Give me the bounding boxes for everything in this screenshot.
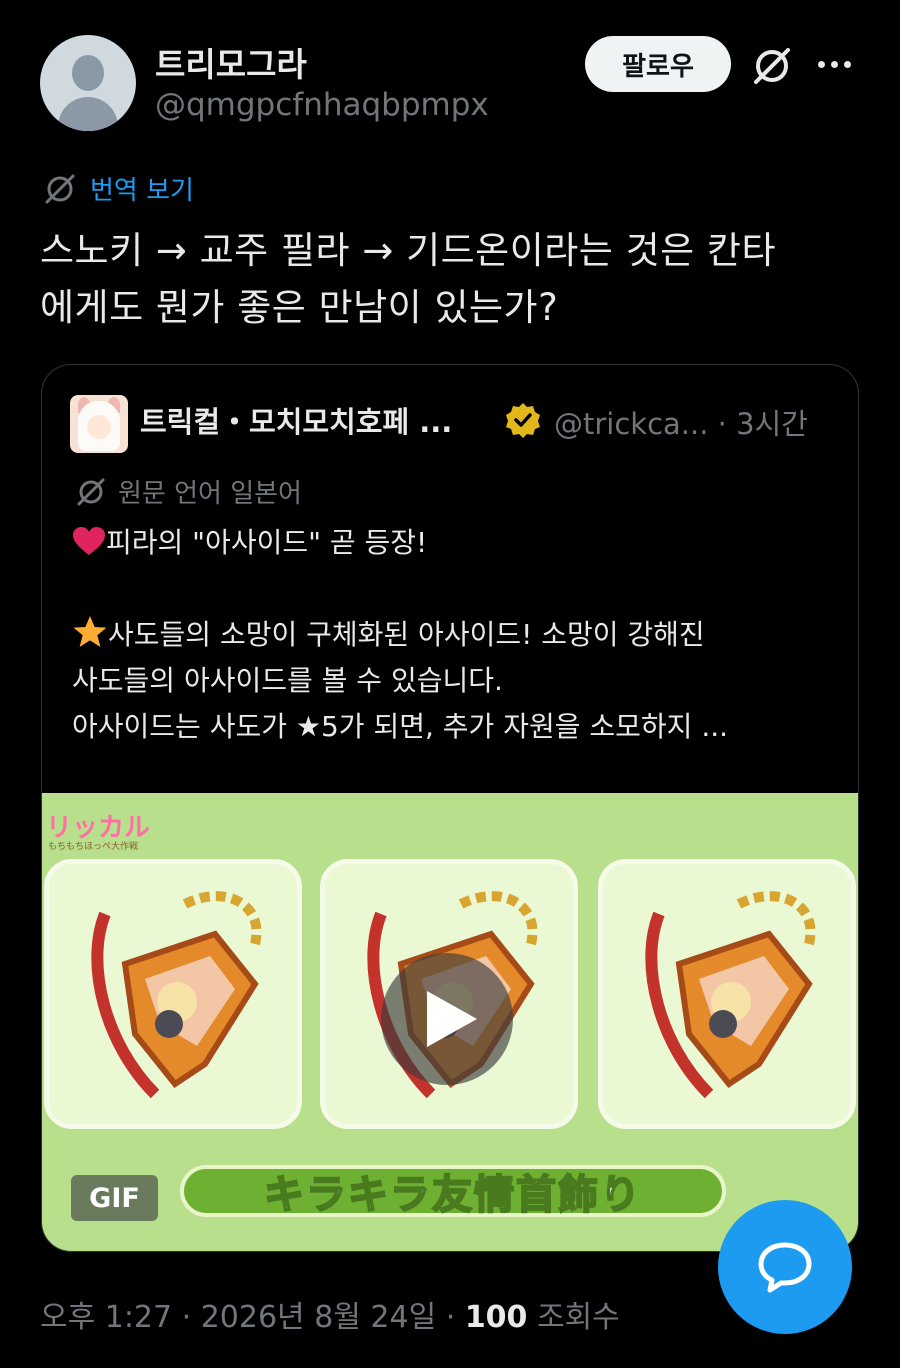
avatar-face xyxy=(87,415,111,439)
translate-row[interactable]: 번역 보기 xyxy=(42,170,194,207)
necklace-image xyxy=(645,891,816,1099)
quoted-handle-and-time[interactable]: @trickca... · 3시간 xyxy=(554,401,808,443)
quoted-author-name[interactable]: 트릭컬・모치모치호페 ... xyxy=(140,399,452,441)
grok-icon[interactable] xyxy=(750,44,794,88)
follow-button[interactable]: 팔로우 xyxy=(585,36,731,92)
verified-badge-icon xyxy=(506,403,540,438)
tweet-timestamp[interactable]: 오후 1:27 · 2026년 8월 24일 · xyxy=(40,1300,465,1335)
original-language-note: 원문 언어 일본어 xyxy=(74,473,302,510)
reply-fab-button[interactable] xyxy=(718,1200,852,1334)
tweet-meta: 오후 1:27 · 2026년 8월 24일 · 100 조회수 xyxy=(40,1292,620,1336)
necklace-image xyxy=(91,891,262,1099)
necklace-panel xyxy=(44,859,302,1129)
tweet-text: 스노키 → 교주 필라 → 기드온이라는 것은 칸타 에게도 뭔가 좋은 만남이… xyxy=(40,222,870,336)
quoted-author-avatar[interactable] xyxy=(70,395,128,453)
quoted-tweet-card[interactable]: 트릭컬・모치모치호페 ... @trickca... · 3시간 원문 언어 일… xyxy=(41,364,859,1252)
more-icon[interactable] xyxy=(818,52,858,76)
tweet-text-line: 에게도 뭔가 좋은 만남이 있는가? xyxy=(40,286,559,329)
quoted-line-4: 아사이드는 사도가 ★5가 되면, 추가 자원을 소모하지 ... xyxy=(72,710,729,743)
author-avatar[interactable] xyxy=(40,35,136,131)
quoted-tweet-text: 피라의 "아사이드" 곧 등장! 사도들의 소망이 구체화된 아사이드! 소망이… xyxy=(72,520,852,750)
view-count: 100 xyxy=(464,1300,528,1335)
original-language-label: 원문 언어 일본어 xyxy=(118,479,302,509)
star-icon xyxy=(73,616,107,647)
play-button[interactable] xyxy=(381,953,513,1085)
media-banner: キラキラ友情首飾り xyxy=(180,1165,726,1219)
translate-icon xyxy=(45,174,75,203)
quoted-line-2: 사도들의 소망이 구체화된 아사이드! 소망이 강해진 xyxy=(108,618,705,651)
author-display-name[interactable]: 트리모그라 xyxy=(155,38,307,86)
quoted-text-line: 피라의 "아사이드" 곧 등장! xyxy=(72,520,852,566)
quoted-text-line: 사도들의 소망이 구체화된 아사이드! 소망이 강해진 xyxy=(72,612,852,658)
avatar-placeholder-head xyxy=(72,55,104,91)
quoted-line-3: 사도들의 아사이드를 볼 수 있습니다. xyxy=(72,664,503,697)
gif-media[interactable]: リッカル もちもちほっぺ大作戦 キラキラ友情首飾り GIF xyxy=(42,793,858,1251)
play-icon xyxy=(427,991,477,1047)
reply-bubble-icon xyxy=(758,1242,812,1293)
view-label: 조회수 xyxy=(527,1300,620,1335)
author-handle[interactable]: @qmgpcfnhaqbpmpx xyxy=(155,87,489,123)
game-logo-subtitle: もちもちほっぺ大作戦 xyxy=(48,842,139,852)
translate-link[interactable]: 번역 보기 xyxy=(90,170,194,207)
translate-icon xyxy=(77,478,105,505)
avatar-placeholder-body xyxy=(58,97,118,131)
media-banner-text: キラキラ友情首飾り xyxy=(263,1171,642,1219)
necklace-panel xyxy=(598,859,856,1129)
gif-badge: GIF xyxy=(71,1175,158,1221)
quoted-line-1: 피라의 "아사이드" 곧 등장! xyxy=(106,526,428,559)
tweet-text-line: 스노키 → 교주 필라 → 기드온이라는 것은 칸타 xyxy=(40,229,777,272)
heart-icon xyxy=(73,527,105,555)
